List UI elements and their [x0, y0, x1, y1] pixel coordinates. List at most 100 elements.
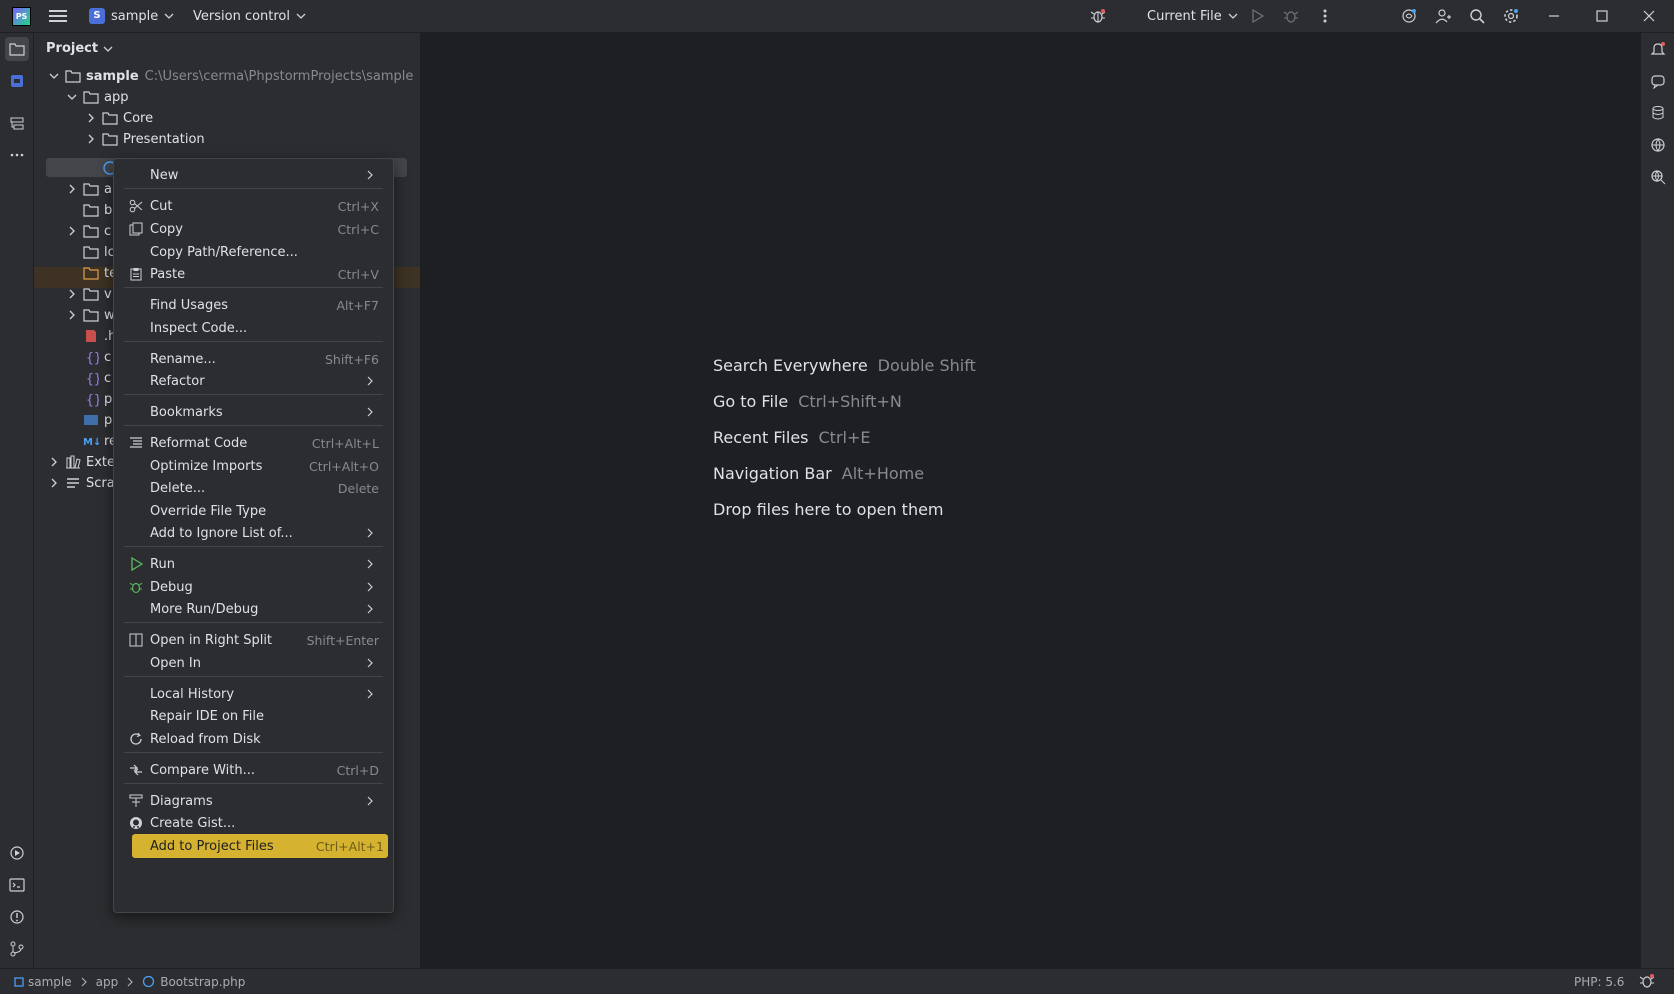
- menu-item-reformat-code[interactable]: Reformat Code Ctrl+Alt+L: [124, 431, 383, 455]
- menu-item-compare-with[interactable]: Compare With... Ctrl+D: [124, 758, 383, 782]
- terminal-tool-button[interactable]: [5, 873, 29, 897]
- menu-item-rename[interactable]: Rename... Shift+F6: [124, 347, 383, 371]
- menu-item-local-history[interactable]: Local History: [124, 682, 383, 706]
- problems-tool-button[interactable]: [5, 905, 29, 929]
- menu-item-open-in[interactable]: Open In: [124, 651, 383, 675]
- more-tools-button[interactable]: [5, 143, 29, 167]
- project-tool-button[interactable]: [5, 37, 29, 61]
- menu-item-diagrams[interactable]: Diagrams: [124, 789, 383, 813]
- tree-folder-partial[interactable]: b: [83, 199, 112, 221]
- tree-folder-partial[interactable]: c: [64, 220, 111, 242]
- php-version-widget[interactable]: PHP: 5.6: [1574, 969, 1624, 994]
- chevron-down-icon[interactable]: [64, 89, 80, 105]
- menu-item-find-usages[interactable]: Find Usages Alt+F7: [124, 293, 383, 317]
- structure-tool-button[interactable]: [5, 112, 29, 136]
- tree-folder-presentation[interactable]: Presentation: [83, 128, 205, 150]
- run-config-selector[interactable]: Current File: [1147, 0, 1238, 32]
- menu-item-inspect-code[interactable]: Inspect Code...: [124, 316, 383, 340]
- tree-folder-partial[interactable]: a: [64, 178, 112, 200]
- breadcrumb-item[interactable]: app: [96, 975, 119, 989]
- tree-file-partial[interactable]: M↓ re: [83, 430, 117, 452]
- chevron-right-icon[interactable]: [64, 181, 80, 197]
- remote-hosts-button[interactable]: [1646, 133, 1670, 157]
- menu-item-open-in-right-split[interactable]: Open in Right Split Shift+Enter: [124, 628, 383, 652]
- chevron-right-icon[interactable]: [64, 286, 80, 302]
- status-bug-button[interactable]: [1639, 973, 1655, 989]
- menu-item-new[interactable]: New: [124, 163, 383, 187]
- menu-item-cut[interactable]: Cut Ctrl+X: [124, 194, 383, 218]
- editor-empty-state[interactable]: Search Everywhere Double Shift Go to File…: [421, 33, 1639, 968]
- menu-item-run[interactable]: Run: [124, 552, 383, 576]
- settings-button[interactable]: [1499, 4, 1523, 28]
- search-button[interactable]: [1465, 4, 1489, 28]
- tree-folder-app[interactable]: app: [64, 86, 128, 108]
- tree-file-partial[interactable]: .h: [83, 325, 116, 347]
- menu-item-reload-from-disk[interactable]: Reload from Disk: [124, 727, 383, 751]
- menu-item-label: Cut: [150, 198, 173, 214]
- debug-bug-button[interactable]: [1086, 4, 1110, 28]
- phpstorm-logo[interactable]: PS: [12, 7, 31, 26]
- breadcrumb-item[interactable]: Bootstrap.php: [160, 975, 245, 989]
- menu-item-more-run-debug[interactable]: More Run/Debug: [124, 597, 383, 621]
- tree-folder-partial[interactable]: w: [64, 304, 115, 326]
- chevron-down-icon[interactable]: [46, 68, 62, 84]
- debug-button[interactable]: [1279, 4, 1303, 28]
- maximize-button[interactable]: [1590, 4, 1614, 28]
- run-button[interactable]: [1245, 4, 1269, 28]
- chevron-right-icon[interactable]: [83, 131, 99, 147]
- more-actions-button[interactable]: [1313, 4, 1337, 28]
- chevron-down-icon: [1228, 11, 1238, 21]
- chevron-down-icon: [164, 11, 174, 21]
- vcs-widget[interactable]: Version control: [193, 0, 306, 32]
- menu-item-override-file-type[interactable]: Override File Type: [124, 499, 383, 523]
- close-window-button[interactable]: [1637, 4, 1661, 28]
- menu-item-optimize-imports[interactable]: Optimize Imports Ctrl+Alt+O: [124, 454, 383, 478]
- tree-file-partial[interactable]: {} c: [83, 367, 111, 389]
- markdown-file-icon: M↓: [83, 433, 101, 449]
- breadcrumb-item[interactable]: sample: [28, 975, 72, 989]
- ai-assistant-button[interactable]: [1397, 4, 1421, 28]
- menu-item-copy[interactable]: Copy Ctrl+C: [124, 217, 383, 241]
- chevron-right-icon[interactable]: [83, 110, 99, 126]
- database-button[interactable]: [1646, 101, 1670, 125]
- menu-item-bookmarks[interactable]: Bookmarks: [124, 400, 383, 424]
- tree-folder-core[interactable]: Core: [83, 107, 153, 129]
- project-view-selector[interactable]: Project: [46, 41, 113, 56]
- chevron-right-icon[interactable]: [46, 475, 62, 491]
- menu-item-create-gist[interactable]: Create Gist...: [124, 811, 383, 835]
- menu-item-add-to-project-files[interactable]: Add to Project Files Ctrl+Alt+1: [132, 834, 388, 858]
- chevron-right-icon[interactable]: [64, 223, 80, 239]
- menu-item-paste[interactable]: Paste Ctrl+V: [124, 262, 383, 286]
- menu-item-delete[interactable]: Delete... Delete: [124, 476, 383, 500]
- menu-item-copy-path-reference[interactable]: Copy Path/Reference...: [124, 240, 383, 264]
- tree-scratches[interactable]: Scra: [46, 472, 115, 494]
- services-tool-button[interactable]: [5, 841, 29, 865]
- tree-folder-partial[interactable]: v: [64, 283, 112, 305]
- chevron-right-icon[interactable]: [64, 307, 80, 323]
- debug-icon: [1283, 8, 1299, 24]
- submenu-arrow-icon: [363, 687, 377, 701]
- git-tool-button[interactable]: [5, 937, 29, 961]
- code-with-me-button[interactable]: [1431, 4, 1455, 28]
- notifications-button[interactable]: [1646, 37, 1670, 61]
- menu-item-repair-ide-on-file[interactable]: Repair IDE on File: [124, 704, 383, 728]
- menu-item-refactor[interactable]: Refactor: [124, 369, 383, 393]
- endpoints-button[interactable]: [1646, 165, 1670, 189]
- split-icon: [128, 632, 144, 648]
- project-widget[interactable]: S sample: [89, 0, 174, 32]
- chevron-right-icon[interactable]: [46, 454, 62, 470]
- main-menu-button[interactable]: [46, 4, 70, 28]
- tree-folder-partial[interactable]: lc: [83, 241, 115, 263]
- menu-item-debug[interactable]: Debug: [124, 575, 383, 599]
- menu-item-add-to-ignore-list-of[interactable]: Add to Ignore List of...: [124, 521, 383, 545]
- tree-external-libraries[interactable]: Exte: [46, 451, 115, 473]
- tree-folder-partial[interactable]: te: [83, 262, 117, 284]
- tree-file-partial[interactable]: {} p: [83, 388, 112, 410]
- commit-tool-button[interactable]: [5, 69, 29, 93]
- tree-root-sample[interactable]: sample C:\Users\cerma\PhpstormProjects\s…: [46, 65, 413, 87]
- folder-icon: [83, 244, 99, 260]
- ai-chat-button[interactable]: [1646, 69, 1670, 93]
- tree-file-partial[interactable]: p: [83, 409, 112, 431]
- minimize-button[interactable]: [1542, 4, 1566, 28]
- tree-file-partial[interactable]: {} c: [83, 346, 111, 368]
